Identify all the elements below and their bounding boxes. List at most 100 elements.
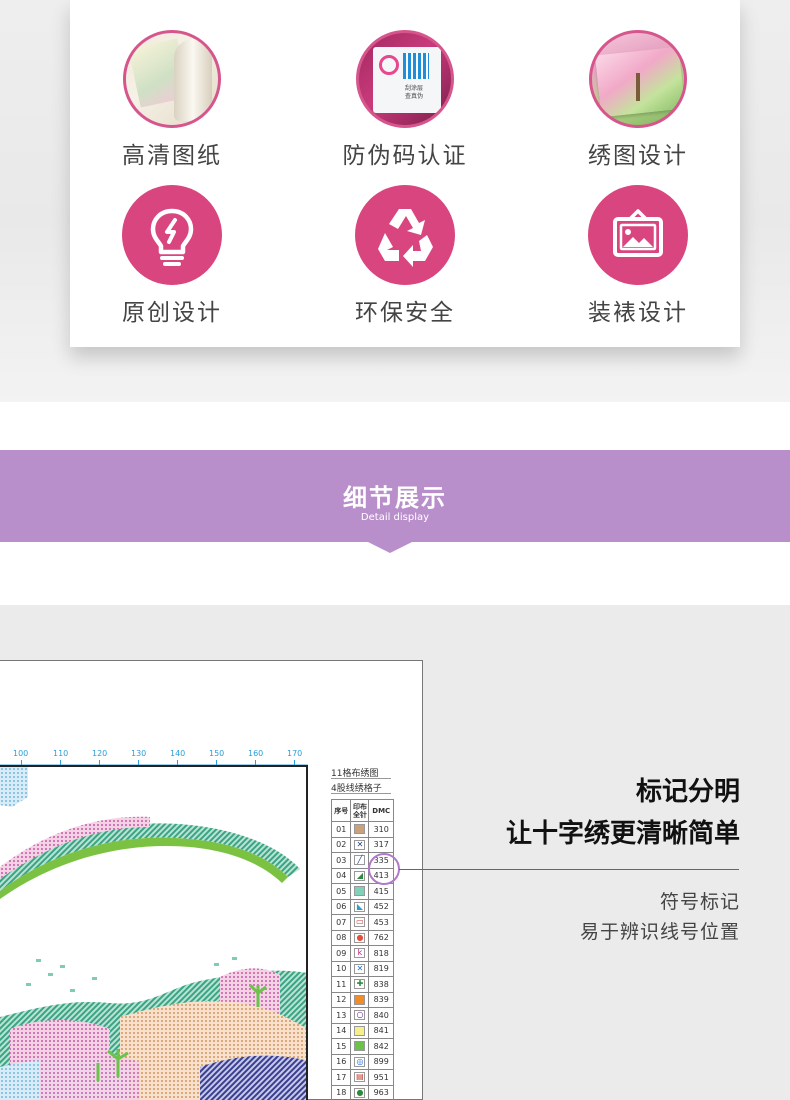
legend-symbol-swatch-icon: ◢ (354, 870, 366, 881)
legend-symbol-swatch-icon: ● (354, 932, 366, 943)
legend-symbol-swatch-icon: ▤ (354, 1072, 366, 1083)
description-line-2: 易于辨识线号位置 (579, 921, 740, 943)
legend-symbol: ● (350, 929, 370, 946)
legend-row: 14 841 (330, 1022, 394, 1039)
legend-header-symbol: 印布全针 (350, 799, 370, 822)
legend-symbol: ✕ (350, 960, 370, 977)
legend-row: 12 839 (330, 991, 394, 1008)
legend-symbol: ◢ (350, 867, 370, 884)
legend-row-number: 17 (330, 1069, 352, 1086)
legend-row-number: 06 (330, 898, 352, 915)
legend-symbol-swatch-icon: ▭ (354, 917, 366, 928)
legend-dmc-code: 818 (368, 945, 394, 962)
legend-row: 08 ● 762 (330, 929, 394, 946)
legend-symbol-swatch-icon (354, 1025, 366, 1036)
legend-symbol (350, 991, 370, 1008)
qr-card-text: 查真伪 (405, 93, 424, 100)
legend-symbol: ◎ (350, 1053, 370, 1070)
embroidery-photo-icon (589, 30, 687, 128)
legend-symbol: ✚ (350, 976, 370, 993)
cross-stitch-pattern (0, 765, 308, 1100)
lightbulb-icon (122, 185, 222, 285)
callout-circle (368, 853, 400, 885)
legend-symbol-swatch-icon (354, 994, 366, 1005)
ruler-tick-label: 130 (131, 749, 147, 758)
legend-dmc-code: 317 (368, 836, 394, 853)
legend-row: 05 415 (330, 883, 394, 900)
ruler-tick-label: 170 (287, 749, 303, 758)
legend-symbol-swatch-icon: ◎ (354, 1056, 366, 1067)
legend-header-no: 序号 (330, 799, 352, 822)
legend-row: 15 842 (330, 1038, 394, 1055)
legend-row: 16 ◎ 899 (330, 1053, 394, 1070)
legend-row: 09 k 818 (330, 945, 394, 962)
section-subtitle: Detail display (360, 512, 430, 523)
headline-line-1: 标记分明 (635, 777, 740, 807)
legend-symbol: k (350, 945, 370, 962)
recycle-icon (355, 185, 455, 285)
feature-original-design: 原创设计 (82, 185, 262, 327)
legend-header-dmc: DMC (368, 799, 394, 822)
legend-symbol (350, 883, 370, 900)
legend-row: 17 ▤ 951 (330, 1069, 394, 1086)
legend-dmc-code: 452 (368, 898, 394, 915)
legend-symbol-swatch-icon: ○ (354, 1010, 366, 1021)
ruler-tick-label: 120 (92, 749, 108, 758)
legend-row-number: 11 (330, 976, 352, 993)
legend-row-number: 18 (330, 1084, 352, 1100)
legend-row-number: 13 (330, 1007, 352, 1024)
band-notch (366, 541, 414, 553)
legend-row: 06 ◣ 452 (330, 898, 394, 915)
anti-counterfeit-qr-photo-icon: 刮涂层 查真伪 (356, 30, 454, 128)
picture-frame-icon (588, 185, 688, 285)
legend-symbol: ▤ (350, 1069, 370, 1086)
legend-row-number: 12 (330, 991, 352, 1008)
legend-dmc-code: 842 (368, 1038, 394, 1055)
legend-row: 01 310 (330, 821, 394, 838)
legend-symbol-swatch-icon: ✕ (354, 963, 366, 974)
legend-row-number: 08 (330, 929, 352, 946)
feature-anti-counterfeit: 刮涂层 查真伪 防伪码认证 (315, 30, 495, 170)
legend-row-number: 10 (330, 960, 352, 977)
legend-row: 18 ● 963 (330, 1084, 394, 1100)
legend-dmc-code: 453 (368, 914, 394, 931)
legend-row-number: 02 (330, 836, 352, 853)
ruler-tick-label: 110 (53, 749, 69, 758)
thread-legend-table: 序号 印布全针 DMC 01 310 02 ✕ 317 03 ╱ 335 04 ◢ 413 05 415… (330, 799, 394, 1100)
legend-dmc-code: 819 (368, 960, 394, 977)
description-line-1: 符号标记 (659, 891, 740, 913)
legend-row-number: 16 (330, 1053, 352, 1070)
features-card: 高清图纸 刮涂层 查真伪 防伪码认证 绣图设计 原创设计 环保安全 装裱设计 (70, 0, 740, 347)
legend-row: 02 ✕ 317 (330, 836, 394, 853)
qr-card-text: 刮涂层 (405, 85, 424, 92)
section-title: 细节展示 (343, 484, 447, 512)
ruler-tick-label: 150 (209, 749, 225, 758)
callout-line (399, 869, 739, 870)
legend-symbol-swatch-icon (354, 1041, 366, 1052)
legend-dmc-code: 841 (368, 1022, 394, 1039)
legend-symbol-swatch-icon: ✕ (354, 839, 366, 850)
legend-dmc-code: 840 (368, 1007, 394, 1024)
feature-label: 装裱设计 (588, 300, 688, 326)
legend-row-number: 14 (330, 1022, 352, 1039)
feature-hd-paper: 高清图纸 (82, 30, 262, 170)
paper-photo-icon (123, 30, 221, 128)
ruler-tick-label: 140 (170, 749, 186, 758)
feature-label: 防伪码认证 (342, 143, 468, 169)
legend-symbol-swatch-icon: ✚ (354, 979, 366, 990)
legend-row-number: 04 (330, 867, 352, 884)
headline-line-2: 让十字绣更清晰简单 (505, 819, 740, 849)
legend-dmc-code: 415 (368, 883, 394, 900)
legend-dmc-code: 839 (368, 991, 394, 1008)
feature-eco-safe: 环保安全 (315, 185, 495, 327)
legend-symbol-swatch-icon: ● (354, 1087, 366, 1098)
legend-symbol: ● (350, 1084, 370, 1100)
legend-symbol (350, 1022, 370, 1039)
legend-dmc-code: 762 (368, 929, 394, 946)
legend-row-number: 05 (330, 883, 352, 900)
legend-dmc-code: 310 (368, 821, 394, 838)
legend-symbol: ╱ (350, 852, 370, 869)
legend-row: 10 ✕ 819 (330, 960, 394, 977)
section-header-band: 细节展示 Detail display (0, 450, 790, 542)
feature-framing-design: 装裱设计 (548, 185, 728, 327)
